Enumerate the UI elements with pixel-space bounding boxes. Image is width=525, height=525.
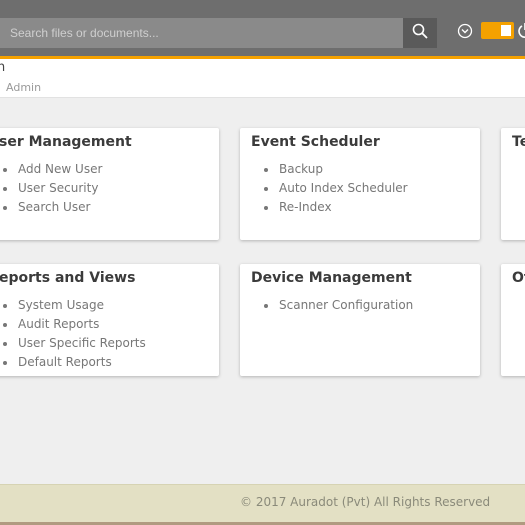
toggle-knob	[501, 25, 511, 36]
card-event-scheduler: Event Scheduler Backup Auto Index Schedu…	[240, 128, 480, 240]
page-title: n	[0, 60, 6, 75]
list-item[interactable]: Search User	[0, 198, 102, 217]
list-item[interactable]: Default Reports	[0, 353, 146, 372]
theme-toggle[interactable]	[481, 22, 514, 39]
breadcrumb[interactable]: Admin	[6, 81, 41, 94]
card-reports-and-views: eports and Views System Usage Audit Repo…	[0, 264, 219, 376]
power-icon[interactable]	[518, 22, 525, 38]
page-header	[0, 59, 525, 98]
card-title: Ot	[512, 270, 525, 286]
card-title: eports and Views	[0, 270, 136, 286]
search-button[interactable]	[403, 18, 437, 48]
search-icon	[412, 23, 428, 43]
card-title: Event Scheduler	[251, 134, 380, 150]
footer-copyright: © 2017 Auradot (Pvt) All Rights Reserved	[240, 495, 491, 509]
card-title: Device Management	[251, 270, 412, 286]
card-title: Te	[512, 134, 525, 150]
search-input[interactable]	[0, 18, 403, 48]
list-item[interactable]: Re-Index	[255, 198, 408, 217]
list-item[interactable]: Auto Index Scheduler	[255, 179, 408, 198]
card-partial-right-1: Te	[501, 128, 525, 240]
list-item[interactable]: Scanner Configuration	[255, 296, 413, 315]
card-device-management: Device Management Scanner Configuration	[240, 264, 480, 376]
list-item[interactable]: Add New User	[0, 160, 102, 179]
list-item[interactable]: User Security	[0, 179, 102, 198]
card-title: ser Management	[0, 134, 132, 150]
list-item[interactable]: User Specific Reports	[0, 334, 146, 353]
circle-chevron-down-icon[interactable]	[457, 23, 473, 39]
list-item[interactable]: Backup	[255, 160, 408, 179]
top-bar	[0, 0, 525, 59]
list-item[interactable]: System Usage	[0, 296, 146, 315]
card-user-management: ser Management Add New User User Securit…	[0, 128, 219, 240]
card-partial-right-2: Ot	[501, 264, 525, 376]
list-item[interactable]: Audit Reports	[0, 315, 146, 334]
